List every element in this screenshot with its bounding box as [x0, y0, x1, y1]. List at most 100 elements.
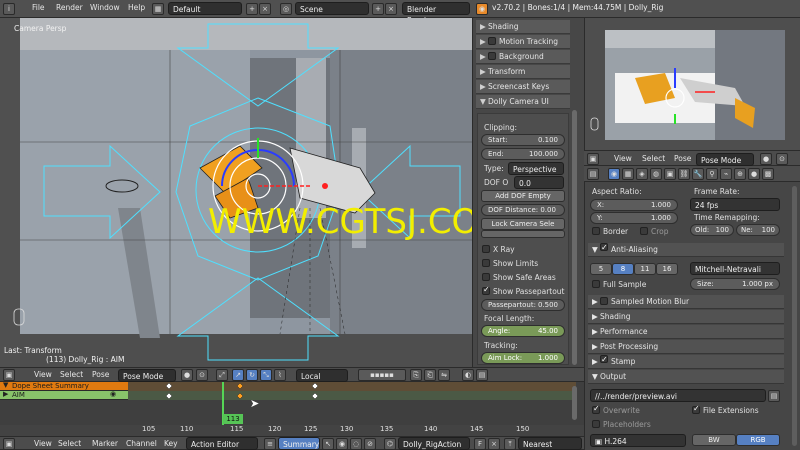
section-shading-render[interactable]: ▶ Shading: [588, 310, 784, 324]
manipulator-toggle-icon[interactable]: ⤢: [216, 369, 228, 381]
data-tab-icon[interactable]: ⚲: [706, 168, 718, 180]
object-tab-icon[interactable]: ▣: [664, 168, 676, 180]
output-path-field[interactable]: //../render/preview.avi: [590, 389, 766, 402]
modifiers-tab-icon[interactable]: 🔧: [692, 168, 704, 180]
preview-menu-pose[interactable]: Pose: [674, 154, 691, 163]
only-selected-icon[interactable]: ↖: [322, 438, 334, 450]
scene-add-icon[interactable]: +: [372, 3, 384, 15]
material-tab-icon[interactable]: ●: [748, 168, 760, 180]
world-tab-icon[interactable]: ◍: [650, 168, 662, 180]
translate-icon[interactable]: ↗: [232, 369, 244, 381]
snap-mode-dropdown[interactable]: Nearest Frame: [518, 437, 582, 450]
color-rgb-button[interactable]: RGB: [736, 434, 780, 446]
render-engine-dropdown[interactable]: Blender Render: [402, 2, 470, 25]
render-tab-icon[interactable]: ◉: [608, 168, 620, 180]
crop-option[interactable]: Crop: [640, 227, 669, 236]
frame-rate-dropdown[interactable]: 24 fps: [690, 198, 780, 211]
add-dof-empty-button[interactable]: Add DOF Empty: [481, 190, 565, 202]
show-safe-areas-checkbox[interactable]: [482, 273, 490, 281]
section-anti-aliasing[interactable]: ▼Anti-Aliasing: [588, 243, 784, 257]
ds-menu-channel[interactable]: Channel: [126, 439, 157, 448]
show-safe-areas-option[interactable]: Show Safe Areas: [482, 273, 556, 282]
dopesheet-scrollbar[interactable]: [572, 386, 577, 420]
section-background-images[interactable]: ▶Background Images: [476, 50, 570, 75]
file-extensions-option[interactable]: File Extensions: [692, 406, 759, 415]
snap-extra-icon[interactable]: ⌇: [274, 369, 286, 381]
ds-mode-dropdown[interactable]: Action Editor: [186, 437, 258, 450]
pose-paste-icon[interactable]: ⎗: [424, 369, 436, 381]
ds-menu-select[interactable]: Select: [58, 439, 81, 448]
layout-remove-icon[interactable]: ×: [259, 3, 271, 15]
section-sampled-motion-blur[interactable]: ▶ Sampled Motion Blur: [588, 295, 784, 309]
crop-checkbox[interactable]: [640, 227, 648, 235]
anti-aliasing-checkbox[interactable]: [600, 243, 608, 251]
ghost-icon[interactable]: ◌: [350, 438, 362, 450]
file-extensions-checkbox[interactable]: [692, 406, 700, 414]
vp-menu-select[interactable]: Select: [60, 370, 83, 379]
summary-keyframes[interactable]: [165, 382, 319, 390]
constraints-tab-icon[interactable]: ⛓: [678, 168, 690, 180]
summary-filter-icon[interactable]: ≡: [264, 438, 276, 450]
section-post-processing[interactable]: ▶ Post Processing: [588, 340, 784, 354]
show-hidden-icon[interactable]: ◉: [336, 438, 348, 450]
preview-menu-view[interactable]: View: [614, 154, 632, 163]
render-preview-icon[interactable]: ◐: [462, 369, 474, 381]
scene-tab-icon[interactable]: ◈: [636, 168, 648, 180]
info-editor-icon[interactable]: i: [3, 3, 15, 15]
background-images-checkbox[interactable]: [488, 52, 496, 60]
scene-icon[interactable]: ◎: [280, 3, 292, 15]
scene-dropdown[interactable]: Scene: [295, 2, 369, 15]
auto-snap-icon[interactable]: ⤒: [504, 438, 516, 450]
section-output[interactable]: ▼ Output: [588, 370, 784, 384]
border-option[interactable]: Border: [592, 227, 628, 236]
filter-size-field[interactable]: Size: 1.000 px: [690, 278, 780, 290]
dof-distance-field[interactable]: DOF Distance: 0.00: [481, 204, 565, 216]
lock-camera-button[interactable]: Lock Camera Sele: [481, 218, 565, 230]
action-name-field[interactable]: Dolly_RigAction: [398, 437, 470, 450]
aa-filter-dropdown[interactable]: Mitchell-Netravali: [690, 262, 780, 275]
section-performance[interactable]: ▶ Performance: [588, 325, 784, 339]
angle-field[interactable]: Angle: 45.00: [481, 325, 565, 337]
timeline-ruler[interactable]: 105 110 115 120 125 130 135 140 145 150: [0, 425, 584, 436]
aspect-y-field[interactable]: Y: 1.000: [590, 212, 678, 224]
action-unlink-icon[interactable]: ×: [488, 438, 500, 450]
show-limits-option[interactable]: Show Limits: [482, 259, 538, 268]
overwrite-checkbox[interactable]: [592, 406, 600, 414]
scene-remove-icon[interactable]: ×: [385, 3, 397, 15]
aim-channel-row[interactable]: ▶ AIM ◉: [0, 390, 128, 400]
section-shading[interactable]: ▶ Shading: [476, 20, 570, 34]
color-bw-button[interactable]: BW: [692, 434, 736, 446]
aa-samples-8[interactable]: 8: [612, 263, 634, 275]
scale-icon[interactable]: ⤡: [260, 369, 272, 381]
summary-toggle[interactable]: Summary: [278, 437, 320, 450]
section-dolly-camera-ui[interactable]: ▼ Dolly Camera UI: [476, 95, 570, 109]
aspect-x-field[interactable]: X: 1.000: [590, 199, 678, 211]
shelf-scrollbar[interactable]: [572, 110, 577, 365]
lens-type-dropdown[interactable]: Perspective: [508, 162, 564, 175]
bone-constraints-tab-icon[interactable]: ⊕: [734, 168, 746, 180]
layout-dropdown[interactable]: Default: [168, 2, 242, 15]
codec-dropdown[interactable]: ▣ H.264: [590, 434, 686, 447]
menu-help[interactable]: Help: [128, 3, 145, 12]
render-layers-tab-icon[interactable]: ▦: [622, 168, 634, 180]
shading-solid-icon[interactable]: ●: [181, 369, 193, 381]
section-screencast-keys[interactable]: ▶ Screencast Keys: [476, 80, 570, 94]
dopesheet-summary-row[interactable]: ▼ Dope Sheet Summary: [0, 381, 128, 391]
preview-shading-icon[interactable]: ●: [760, 153, 772, 165]
output-browse-icon[interactable]: ▤: [768, 390, 780, 402]
preview-editor-type-icon[interactable]: ▣: [587, 153, 599, 165]
texture-tab-icon[interactable]: ▩: [762, 168, 774, 180]
editor-type-icon[interactable]: ▣: [3, 369, 15, 381]
aim-keyframes[interactable]: [165, 392, 319, 400]
section-stamp[interactable]: ▶Stamp: [588, 355, 784, 369]
rotate-icon[interactable]: ↻: [246, 369, 258, 381]
ds-menu-key[interactable]: Key: [164, 439, 178, 448]
summary-expand-icon[interactable]: ▼: [3, 381, 8, 389]
fake-user-button[interactable]: F: [474, 438, 486, 450]
menu-render[interactable]: Render: [56, 3, 83, 12]
dof-object-field[interactable]: 0.0: [514, 176, 564, 189]
section-motion-tracking[interactable]: ▶ Motion Tracking: [476, 35, 570, 49]
viewport-3d[interactable]: Camera Persp Last: Transform (113) Dolly…: [0, 18, 472, 367]
passepartout-field[interactable]: Passepartout: 0.500: [481, 299, 565, 311]
remap-old-field[interactable]: Old: 100: [690, 224, 734, 236]
